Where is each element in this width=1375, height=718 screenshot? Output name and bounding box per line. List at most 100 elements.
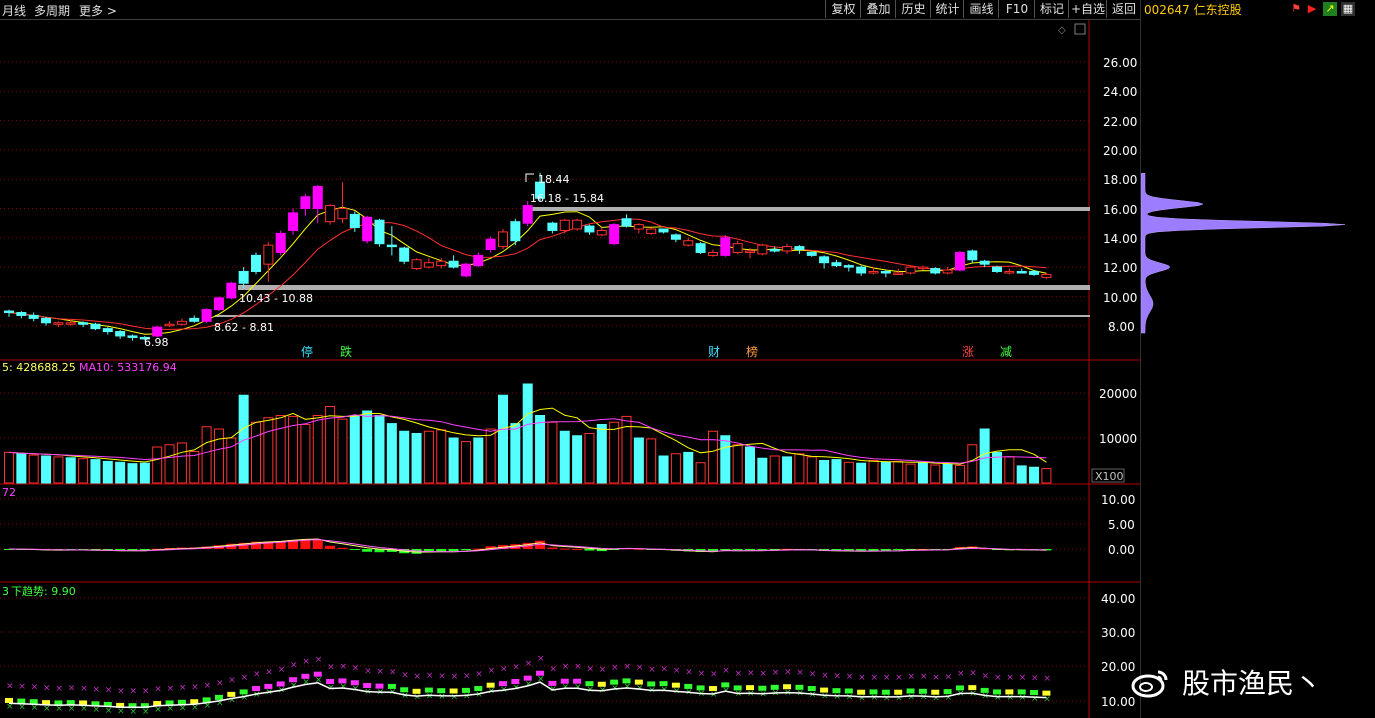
bottom-band[interactable]: [215, 315, 1090, 317]
trend-cross: ×: [6, 681, 14, 691]
trend-cross: ×: [1031, 673, 1039, 683]
candle-body: [522, 205, 533, 224]
volume-bar: [386, 423, 397, 484]
trend-cross-low: ×: [821, 691, 829, 701]
support-band[interactable]: [238, 285, 1090, 290]
volume-bar: [139, 462, 150, 484]
candle-body: [905, 266, 916, 274]
trend-cross-low: ×: [117, 707, 125, 717]
macd-bar: [325, 545, 336, 549]
macd-bar: [337, 547, 348, 549]
volume-bar: [164, 444, 175, 484]
candle-body: [1041, 273, 1052, 278]
candle-body: [65, 322, 76, 325]
volume-bar: [423, 430, 434, 484]
candle-body: [115, 331, 126, 337]
volume-bar: [213, 428, 224, 484]
event-marker[interactable]: 减: [1000, 345, 1012, 359]
trend-cross-low: ×: [908, 692, 916, 702]
volume-unit-label: X100: [1095, 470, 1124, 483]
volume-bar: [979, 428, 990, 484]
macd-bar: [732, 549, 743, 551]
volume-bar: [954, 464, 965, 484]
trend-cross: ×: [265, 667, 273, 677]
price-tick: 16.00: [1103, 203, 1137, 217]
candle-body: [1029, 270, 1040, 275]
trend-cross-low: ×: [414, 693, 422, 703]
event-marker[interactable]: 财: [708, 345, 720, 359]
macd-bar: [349, 549, 360, 550]
resistance-band-upper[interactable]: [528, 207, 1090, 211]
trend-cross-low: ×: [1031, 694, 1039, 704]
trend-cross: ×: [809, 669, 817, 679]
trend-cross-low: ×: [339, 682, 347, 692]
candle-body: [399, 247, 410, 262]
volume-bar: [683, 451, 694, 484]
volume-bar: [535, 415, 546, 484]
volume-bar: [374, 415, 385, 484]
trend-cross: ×: [426, 671, 434, 681]
volume-bar: [251, 421, 261, 484]
trend-cross-low: ×: [228, 696, 236, 706]
trend-cross: ×: [401, 671, 409, 681]
volume-tick: 20000: [1099, 387, 1137, 401]
volume-bar: [152, 446, 163, 484]
trend-cross: ×: [957, 669, 965, 679]
volume-tick: 10000: [1099, 432, 1137, 446]
candle-body: [275, 232, 286, 253]
macd-bar: [362, 549, 373, 552]
trend-cross: ×: [389, 667, 397, 677]
trend-cross: ×: [982, 671, 990, 681]
kline-chart-area[interactable]: 26.00 24.00 22.00 20.00 18.00 16.00 14.0…: [0, 0, 1140, 718]
trend-cross: ×: [525, 659, 533, 669]
trend-cross-low: ×: [241, 693, 249, 703]
panel-toggle-icon[interactable]: [1074, 23, 1086, 35]
candle-body: [473, 254, 484, 267]
volume-bar: [707, 430, 718, 484]
event-marker[interactable]: 跌: [340, 344, 352, 359]
candle-body: [201, 309, 212, 322]
trend-cross-low: ×: [562, 683, 570, 693]
volume-bar: [584, 433, 595, 484]
candle-body: [226, 282, 237, 299]
candle-body: [609, 224, 620, 245]
trend-cross: ×: [463, 671, 471, 681]
candle-body: [745, 250, 755, 253]
volume-bar: [757, 457, 768, 484]
trend-cross: ×: [253, 669, 261, 679]
volume-bar: [90, 459, 101, 484]
trend-cross: ×: [117, 686, 125, 696]
trend-cross-low: ×: [624, 682, 632, 692]
event-marker[interactable]: 榜: [746, 344, 758, 359]
candle-body: [695, 243, 706, 253]
macd-bar: [893, 549, 904, 551]
candle-body: [1004, 270, 1015, 274]
trend-cross: ×: [500, 665, 508, 675]
upper-zone-label: 16.18 - 15.84: [530, 192, 604, 205]
volume-bar: [78, 458, 89, 484]
trend-cross: ×: [636, 663, 644, 673]
event-marker[interactable]: 停: [301, 344, 313, 359]
trend-cross: ×: [167, 684, 175, 694]
volume-bar: [732, 444, 743, 484]
trend-cross: ×: [364, 666, 372, 676]
trend-cross: ×: [759, 669, 767, 679]
diamond-icon[interactable]: ◇: [1058, 25, 1066, 36]
volume-bar: [695, 462, 706, 484]
volume-bar: [646, 438, 657, 484]
trend-cross: ×: [55, 684, 63, 694]
trend-indicator: × × × × × × × × × × × × × × × × × × × × × × × × × × × × × × × × × × × × × × × ×…: [5, 654, 1051, 717]
volume-bar: [769, 455, 780, 484]
trend-cross-low: ×: [451, 692, 459, 702]
volume-bar: [868, 460, 879, 484]
trend-cross-low: ×: [932, 694, 940, 704]
trend-cross: ×: [945, 673, 953, 683]
price-tick: 12.00: [1103, 261, 1137, 275]
event-marker[interactable]: 涨: [962, 344, 974, 359]
candle-body: [917, 266, 928, 270]
trend-cross: ×: [833, 672, 841, 682]
volume-bar: [559, 430, 570, 484]
trend-header: 下趋势: 9.90: [11, 585, 76, 598]
volume-bar: [522, 383, 533, 484]
volume-bar: [572, 435, 583, 484]
